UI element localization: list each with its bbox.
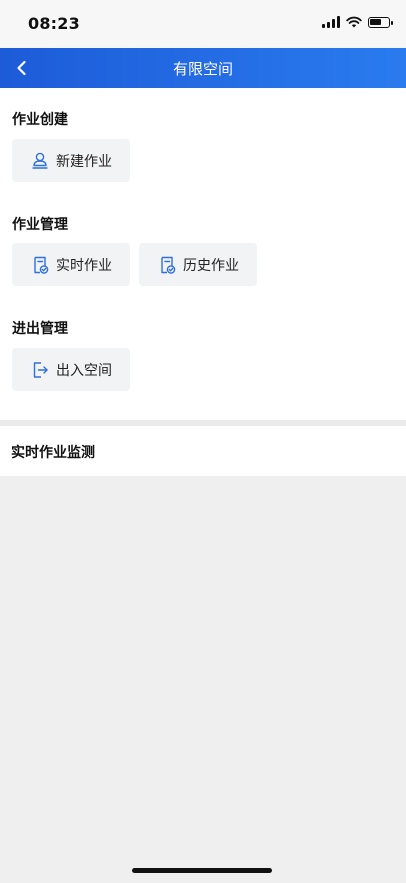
section-title-manage: 作业管理 [12, 217, 68, 233]
document-check-icon [157, 255, 177, 275]
worker-person-icon [30, 151, 50, 171]
wifi-icon [346, 16, 362, 28]
monitor-content-area [0, 476, 406, 883]
home-indicator[interactable] [132, 868, 272, 873]
history-job-button[interactable]: 历史作业 [139, 243, 257, 286]
status-icons [322, 16, 393, 28]
history-job-label: 历史作业 [183, 257, 239, 274]
nav-bar: 有限空间 [0, 48, 406, 88]
enter-space-button[interactable]: 出入空间 [12, 348, 130, 391]
exit-arrow-icon [30, 360, 50, 380]
status-time: 08:23 [28, 14, 80, 33]
status-bar: 08:23 [0, 0, 406, 48]
monitor-title: 实时作业监测 [11, 445, 95, 461]
battery-icon [368, 16, 393, 28]
section-title-create: 作业创建 [12, 112, 68, 128]
section-title-access: 进出管理 [12, 321, 68, 337]
page-title: 有限空间 [172, 60, 233, 78]
menu-panel: 作业创建 新建作业 作业管理 实时作业 历史作业 进出管理 出入空间 [0, 88, 406, 420]
realtime-job-label: 实时作业 [56, 257, 112, 274]
cellular-signal-icon [322, 16, 340, 28]
new-job-button[interactable]: 新建作业 [12, 139, 130, 182]
new-job-label: 新建作业 [56, 153, 112, 170]
realtime-job-button[interactable]: 实时作业 [12, 243, 130, 286]
document-check-icon [30, 255, 50, 275]
enter-space-label: 出入空间 [56, 362, 112, 379]
monitor-header: 实时作业监测 [0, 426, 406, 476]
